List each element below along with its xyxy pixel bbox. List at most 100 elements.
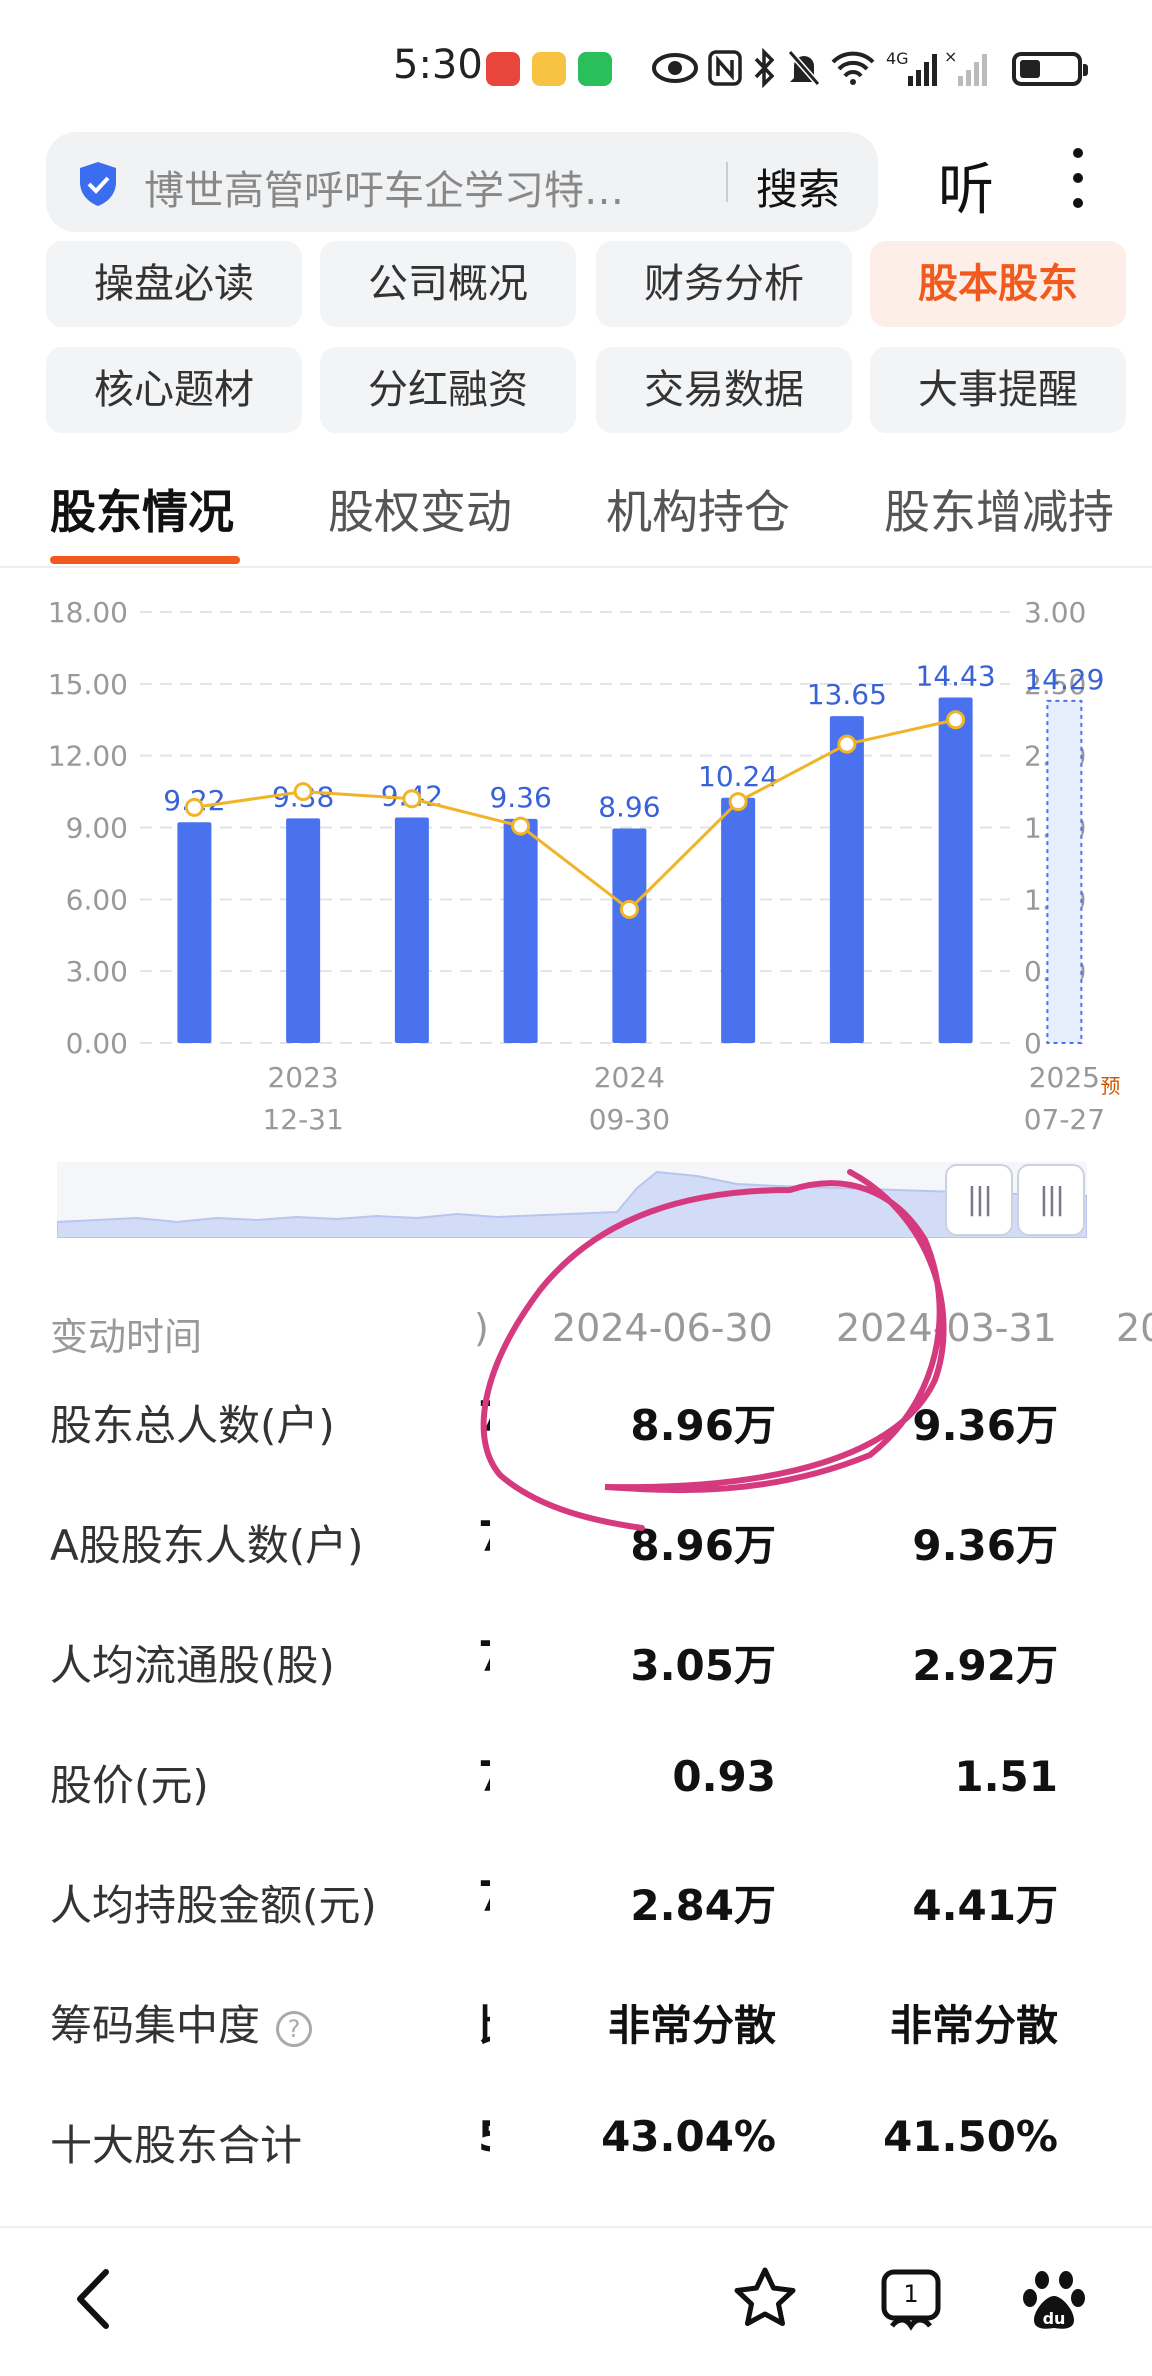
y-left-tick-label: 15.00: [48, 668, 128, 701]
battery-icon: [1012, 52, 1088, 86]
line-point: [837, 734, 857, 754]
chart-range-slider[interactable]: [57, 1162, 1087, 1238]
category-finance[interactable]: 财务分析: [596, 241, 852, 327]
y-left-tick-label: 0.00: [66, 1027, 128, 1060]
svg-text:1: 1: [903, 2280, 918, 2308]
signal-icon: 4G ×: [886, 47, 987, 86]
category-company[interactable]: 公司概况: [320, 241, 576, 327]
status-time: 5:30: [393, 42, 483, 88]
line-point: [946, 710, 966, 730]
bar: [829, 716, 864, 1043]
x-tick-date: 09-30: [589, 1103, 670, 1136]
slider-handle-left[interactable]: |||: [945, 1164, 1013, 1236]
bar-value-label: 13.65: [807, 678, 887, 711]
search-query[interactable]: 博世高管呼吁车企学习特…: [144, 158, 624, 216]
y-left-tick-label: 3.00: [66, 955, 128, 988]
baidu-paw-icon[interactable]: du: [1020, 2264, 1090, 2334]
back-icon[interactable]: [60, 2264, 130, 2334]
x-tick-date: 12-31: [262, 1103, 343, 1136]
category-equity[interactable]: 股本股东: [870, 241, 1126, 327]
line-point: [402, 789, 422, 809]
row-label-price: 股价(元): [50, 1761, 209, 1810]
search-button[interactable]: 搜索: [756, 156, 840, 217]
row-label-avg-value: 人均持股金额(元): [50, 1881, 377, 1930]
search-divider: [726, 162, 728, 202]
forecast-value-label: 14.29: [1024, 663, 1104, 696]
nfc-icon: [708, 50, 742, 86]
y-left-tick-label: 12.00: [48, 740, 128, 773]
cell-a-holders-col2: 9.36万: [912, 1521, 1058, 1570]
bar: [938, 697, 973, 1043]
tab-shareholders[interactable]: 股东情况: [50, 476, 234, 542]
bar: [612, 828, 647, 1043]
row-label-total-holders: 股东总人数(户): [50, 1401, 335, 1450]
line-point: [511, 816, 531, 836]
line-point: [184, 797, 204, 817]
cell-total-holders-col1: 8.96万: [630, 1401, 776, 1450]
tab-institutions[interactable]: 机构持仓: [606, 476, 790, 542]
svg-text:×: ×: [944, 47, 957, 66]
bar: [721, 797, 756, 1043]
x-tick-date: 07-27: [1024, 1103, 1105, 1136]
tab-underline: [50, 556, 240, 564]
more-menu-icon[interactable]: [1066, 148, 1090, 212]
bar: [503, 818, 538, 1043]
tabs-icon[interactable]: 1: [876, 2264, 946, 2334]
cell-avg-float-col1: 3.05万: [630, 1641, 776, 1690]
bar-value-label: 9.36: [489, 781, 551, 814]
bluetooth-icon: [754, 48, 775, 88]
y-left-tick-label: 6.00: [66, 883, 128, 916]
table-header-col-2[interactable]: 2024-03-31: [836, 1306, 1057, 1350]
bar: [394, 817, 429, 1043]
table-header-col-3[interactable]: 20: [1116, 1306, 1152, 1350]
row-label-concentration: 筹码集中度?: [50, 1992, 313, 2053]
wifi-icon: [831, 51, 875, 85]
cell-a-holders-col1: 8.96万: [630, 1521, 776, 1570]
y-right-tick-label: 0: [1024, 1027, 1042, 1060]
cell-avg-value-col1: 2.84万: [630, 1881, 776, 1930]
star-icon[interactable]: [730, 2264, 800, 2334]
cell-avg-value-col2: 4.41万: [912, 1881, 1058, 1930]
cell-concentration-col1: 非常分散: [607, 2001, 776, 2050]
bar-value-label: 8.96: [598, 790, 660, 823]
cell-top10-col1: 43.04%: [601, 2112, 776, 2161]
svg-text:4G: 4G: [886, 49, 909, 68]
slider-handle-right[interactable]: |||: [1017, 1164, 1085, 1236]
x-tick-year: 2025: [1029, 1061, 1100, 1094]
bar: [177, 822, 212, 1043]
line-point: [728, 792, 748, 812]
table-header-col-1[interactable]: 2024-06-30: [552, 1306, 773, 1350]
wechat-icon: [578, 52, 612, 86]
x-tick-year: 2024: [594, 1061, 665, 1094]
x-tick-year: 2023: [267, 1061, 338, 1094]
y-left-tick-label: 9.00: [66, 812, 128, 845]
table-header-label: 变动时间: [50, 1315, 203, 1359]
svg-text:du: du: [1043, 2309, 1066, 2328]
forecast-bar: [1046, 699, 1083, 1044]
category-events[interactable]: 大事提醒: [870, 347, 1126, 433]
tab-holding-change[interactable]: 股东增减持: [884, 476, 1114, 542]
forecast-tag: 预: [1100, 1074, 1120, 1098]
y-left-tick-label: 18.00: [48, 596, 128, 629]
listen-button[interactable]: 听: [938, 145, 994, 226]
category-dividend[interactable]: 分红融资: [320, 347, 576, 433]
y-right-tick-label: 3.00: [1024, 596, 1086, 629]
row-label-avg-float: 人均流通股(股): [50, 1641, 335, 1690]
search-bar[interactable]: 博世高管呼吁车企学习特… 搜索: [46, 132, 878, 232]
mute-icon: [787, 50, 821, 86]
shareholder-chart[interactable]: 18.0015.0012.009.006.003.000.003.002.502…: [0, 580, 1152, 1140]
cell-concentration-col2: 非常分散: [889, 2001, 1058, 2050]
category-themes[interactable]: 核心题材: [46, 347, 302, 433]
bar: [286, 818, 321, 1043]
row-label-a-holders: A股股东人数(户): [50, 1521, 364, 1570]
line-point: [619, 899, 639, 919]
help-icon[interactable]: ?: [276, 2010, 313, 2047]
bar-value-label: 14.43: [916, 659, 996, 692]
row-label-concentration-text: 筹码集中度: [50, 2001, 261, 2050]
tab-equity-change[interactable]: 股权变动: [328, 476, 512, 542]
category-trading[interactable]: 交易数据: [596, 347, 852, 433]
row-label-top10: 十大股东合计: [50, 2121, 303, 2170]
status-bar: 5:30 4G ×: [0, 0, 1152, 120]
category-caopan[interactable]: 操盘必读: [46, 241, 302, 327]
cell-total-holders-col2: 9.36万: [912, 1401, 1058, 1450]
